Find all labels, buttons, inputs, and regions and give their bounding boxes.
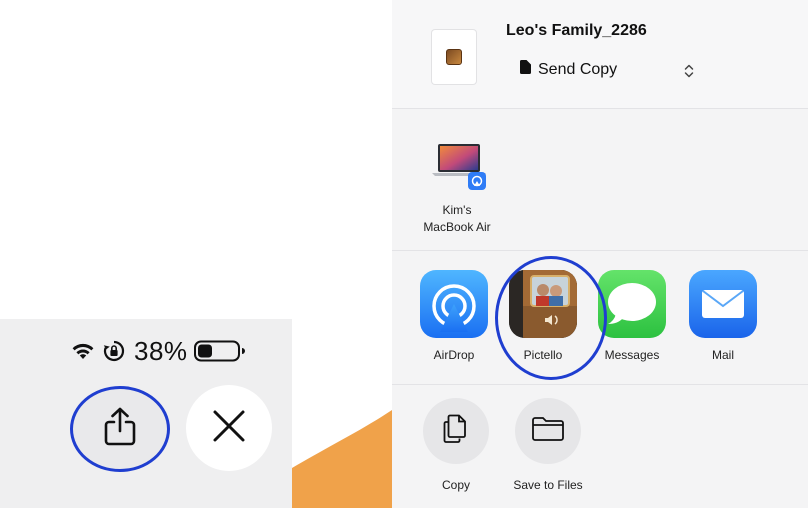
- close-icon: [212, 409, 246, 448]
- macbook-icon: [430, 138, 492, 198]
- device-name-line2: MacBook Air: [423, 220, 491, 234]
- document-icon: [520, 60, 531, 79]
- send-option-label: Send Copy: [538, 60, 618, 78]
- status-bar: 38%: [70, 333, 246, 369]
- copy-icon: [443, 414, 469, 449]
- document-thumbnail: [432, 30, 476, 84]
- app-label: AirDrop: [433, 348, 475, 362]
- save-to-files-action-button[interactable]: [515, 398, 581, 464]
- app-airdrop[interactable]: AirDrop: [414, 270, 494, 362]
- share-icon: [103, 407, 137, 452]
- battery-percent: 38%: [134, 335, 188, 366]
- airdrop-icon: [420, 270, 488, 338]
- app-label: Messages: [604, 348, 660, 362]
- share-button[interactable]: [70, 386, 170, 472]
- divider: [392, 250, 808, 251]
- action-copy[interactable]: Copy: [411, 398, 501, 492]
- wallpaper-decoration: [292, 410, 402, 508]
- divider: [392, 384, 808, 385]
- document-title: Leo's Family_2286: [506, 22, 647, 39]
- app-label: Mail: [711, 348, 734, 362]
- divider: [392, 108, 808, 109]
- chevron-up-down-icon[interactable]: [683, 64, 695, 83]
- mail-icon: [689, 270, 757, 338]
- action-save-to-files[interactable]: Save to Files: [503, 398, 593, 492]
- share-sheet-header: Leo's Family_2286 Send Copy: [392, 0, 808, 108]
- device-name-line1: Kim's: [442, 203, 472, 217]
- share-sheet: Leo's Family_2286 Send Copy Kim's MacBoo…: [392, 0, 808, 508]
- battery-icon: [193, 340, 246, 362]
- close-button[interactable]: [186, 385, 272, 471]
- book-cover-image: [446, 49, 462, 65]
- action-label: Copy: [441, 478, 470, 492]
- battery-fill: [197, 344, 212, 358]
- rotation-lock-icon: [102, 339, 126, 363]
- messages-icon: [598, 270, 666, 338]
- send-option-selector[interactable]: Send Copy: [520, 60, 617, 79]
- folder-icon: [531, 416, 565, 447]
- app-mail[interactable]: Mail: [683, 270, 763, 362]
- copy-action-button[interactable]: [423, 398, 489, 464]
- highlight-ring: [495, 256, 607, 380]
- action-label: Save to Files: [513, 478, 583, 492]
- wifi-icon: [70, 341, 96, 361]
- device-label: Kim's MacBook Air: [414, 202, 500, 236]
